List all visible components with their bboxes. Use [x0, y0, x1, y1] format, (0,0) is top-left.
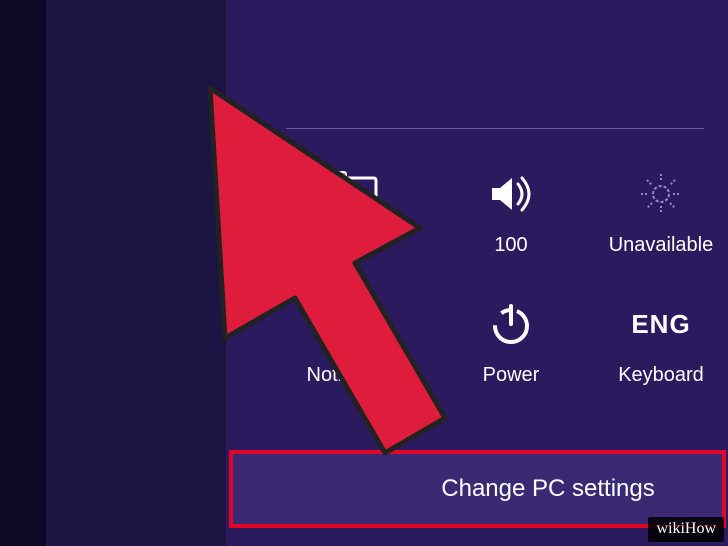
change-pc-settings-button[interactable]: Change PC settings: [233, 454, 723, 524]
power-label: Power: [483, 364, 540, 387]
notifications-tile[interactable]: Notifications: [286, 284, 436, 414]
divider: [286, 128, 704, 129]
network-tile[interactable]: [286, 154, 436, 284]
start-screen-edge: [0, 0, 46, 546]
brightness-label: Unavailable: [609, 234, 714, 257]
brightness-tile[interactable]: Unavailable: [586, 154, 728, 284]
notifications-label: Notifications: [307, 364, 416, 387]
power-tile[interactable]: Power: [436, 284, 586, 414]
power-icon: [479, 292, 543, 356]
watermark: wikiHow: [648, 517, 724, 542]
speaker-icon: [479, 162, 543, 226]
keyboard-lang-icon: ENG: [629, 292, 693, 356]
watermark-text: wikiHow: [656, 520, 716, 537]
settings-tiles: 100 Unavailable: [286, 154, 728, 414]
volume-tile[interactable]: 100: [436, 154, 586, 284]
change-pc-settings-label: Change PC settings: [441, 475, 654, 503]
brightness-icon: [629, 162, 693, 226]
keyboard-lang-text: ENG: [631, 309, 690, 340]
notifications-icon: [329, 292, 393, 356]
network-icon: [329, 162, 393, 226]
keyboard-tile[interactable]: ENG Keyboard: [586, 284, 728, 414]
keyboard-label: Keyboard: [618, 364, 704, 387]
volume-label: 100: [494, 234, 527, 257]
